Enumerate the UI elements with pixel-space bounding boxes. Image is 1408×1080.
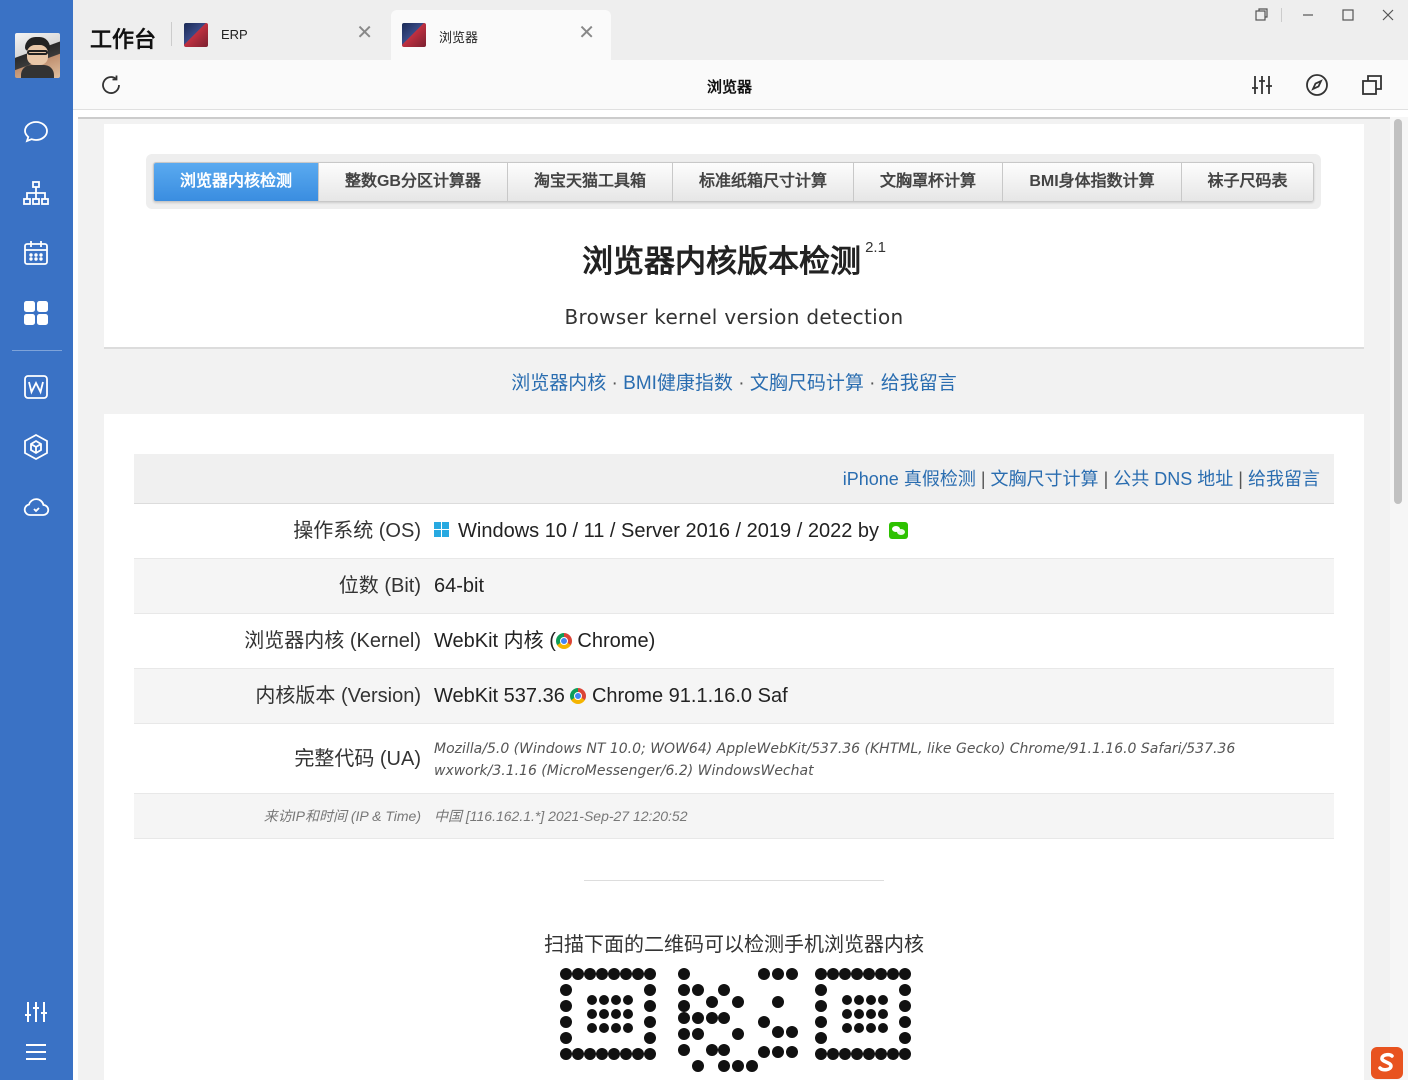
row-key: 内核版本 (Version): [255, 685, 421, 707]
link-public-dns[interactable]: 公共 DNS 地址: [1113, 469, 1233, 489]
link-bra-size-calc[interactable]: 文胸尺寸计算: [991, 469, 1099, 489]
link-message[interactable]: 给我留言: [881, 373, 957, 394]
row-value: Windows 10 / 11 / Server 2016 / 2019 / 2…: [434, 504, 1334, 558]
tab-label: 浏览器: [439, 30, 479, 45]
row-value: Mozilla/5.0 (Windows NT 10.0; WOW64) App…: [434, 741, 1236, 779]
table-row-version: 内核版本 (Version) WebKit 537.36 Chrome 91.1…: [134, 669, 1334, 724]
row-key: 操作系统 (OS): [293, 520, 421, 542]
link-bar: |: [1238, 469, 1243, 489]
tool-tab-kernel-detect[interactable]: 浏览器内核检测: [154, 163, 319, 201]
row-value: WebKit 内核 ( Chrome): [434, 614, 1334, 668]
link-separator: ·: [738, 373, 745, 394]
row-key: 来访IP和时间 (IP & Time): [263, 808, 421, 824]
tab-browser[interactable]: 浏览器 ✕: [391, 10, 611, 60]
version-superscript: 2.1: [865, 239, 886, 256]
qr-code: [548, 962, 921, 1080]
sidebar-divider: [12, 350, 62, 351]
row-key: 完整代码 (UA): [294, 748, 421, 770]
row-value: WebKit 537.36 Chrome 91.1.16.0 Saf: [434, 669, 1334, 723]
table-row-kernel: 浏览器内核 (Kernel) WebKit 内核 ( Chrome): [134, 614, 1334, 669]
workbench-apps-icon[interactable]: [20, 297, 52, 329]
subtitle: Browser kernel version detection: [564, 305, 904, 329]
chrome-icon: [555, 633, 572, 649]
web-content: 浏览器内核检测 整数GB分区计算器 淘宝天猫工具箱 标准纸箱尺寸计算 文胸罩杯计…: [78, 117, 1390, 1080]
close-icon[interactable]: ✕: [356, 23, 373, 43]
windows-logo-icon: [434, 522, 450, 538]
tool-tab-bra-cup[interactable]: 文胸罩杯计算: [854, 163, 1003, 201]
tab-divider: [171, 22, 172, 46]
kernel-value-pre: WebKit 内核 (: [434, 630, 556, 652]
link-iphone-check[interactable]: iPhone 真假检测: [843, 469, 976, 489]
settings-sliders-icon[interactable]: [20, 996, 52, 1028]
main-heading: 浏览器内核版本检测 2.1: [104, 236, 1364, 281]
open-external-icon[interactable]: [1358, 71, 1386, 99]
browser-toolbar: 浏览器: [73, 60, 1408, 110]
row-key: 浏览器内核 (Kernel): [244, 630, 421, 652]
minimize-icon[interactable]: [1288, 4, 1328, 26]
word-doc-icon[interactable]: [20, 371, 52, 403]
tool-tab-carton-size[interactable]: 标准纸箱尺寸计算: [673, 163, 854, 201]
cloud-drive-icon[interactable]: [20, 491, 52, 523]
workspace-title: 工作台: [90, 27, 157, 52]
page-title: 浏览器: [706, 79, 752, 96]
tool-tab-taobao-tools[interactable]: 淘宝天猫工具箱: [508, 163, 673, 201]
app-sidebar: [0, 0, 73, 1080]
detection-table: iPhone 真假检测 | 文胸尺寸计算 | 公共 DNS 地址 | 给我留言 …: [134, 454, 1334, 839]
tool-tabs: 浏览器内核检测 整数GB分区计算器 淘宝天猫工具箱 标准纸箱尺寸计算 文胸罩杯计…: [146, 154, 1321, 209]
detection-card: iPhone 真假检测 | 文胸尺寸计算 | 公共 DNS 地址 | 给我留言 …: [104, 414, 1364, 1080]
adjust-sliders-icon[interactable]: [1248, 71, 1276, 99]
qr-caption: 扫描下面的二维码可以检测手机浏览器内核: [544, 934, 924, 956]
row-key: 位数 (Bit): [338, 575, 421, 597]
browser-tab-favicon: [402, 23, 426, 47]
window-controls: [1241, 4, 1408, 26]
compass-icon[interactable]: [1303, 71, 1331, 99]
scrollbar[interactable]: [1390, 117, 1408, 1080]
qr-code-image: [560, 968, 911, 1072]
os-value-text: Windows 10 / 11 / Server 2016 / 2019 / 2…: [458, 520, 879, 542]
table-row-os: 操作系统 (OS) Windows 10 / 11 / Server 2016 …: [134, 504, 1334, 559]
header-card: 浏览器内核检测 整数GB分区计算器 淘宝天猫工具箱 标准纸箱尺寸计算 文胸罩杯计…: [104, 124, 1364, 349]
tool-tab-bmi[interactable]: BMI身体指数计算: [1003, 163, 1182, 201]
wechat-icon: [888, 522, 908, 539]
chrome-icon: [570, 688, 587, 704]
link-separator: ·: [869, 373, 876, 394]
avatar[interactable]: [15, 33, 60, 78]
tab-label: ERP: [221, 27, 248, 42]
version-value-pre: WebKit 537.36: [434, 685, 571, 707]
link-bar: |: [980, 469, 986, 489]
link-bmi[interactable]: BMI健康指数: [623, 373, 733, 394]
erp-tab-favicon: [184, 23, 208, 47]
link-separator: ·: [611, 373, 618, 394]
tab-strip: 工作台 ERP ✕ 浏览器 ✕: [73, 0, 1408, 60]
sogou-ime-icon[interactable]: [1370, 1046, 1404, 1080]
cube-icon[interactable]: [20, 431, 52, 463]
link-leave-message[interactable]: 给我留言: [1248, 469, 1320, 489]
tab-erp[interactable]: ERP ✕: [173, 10, 389, 60]
table-row-ip: 来访IP和时间 (IP & Time) 中国 [116.162.1.*] 202…: [134, 794, 1334, 839]
chat-icon[interactable]: [20, 116, 52, 148]
link-browser-kernel[interactable]: 浏览器内核: [511, 373, 606, 394]
row-value: 64-bit: [434, 575, 485, 597]
table-row-ua: 完整代码 (UA) Mozilla/5.0 (Windows NT 10.0; …: [134, 724, 1334, 794]
main-heading-text: 浏览器内核版本检测: [582, 244, 862, 279]
maximize-icon[interactable]: [1328, 4, 1368, 26]
menu-icon[interactable]: [20, 1036, 52, 1068]
divider: [584, 880, 884, 881]
tool-tab-sock-size[interactable]: 袜子尺码表: [1182, 163, 1313, 201]
nav-links: 浏览器内核 · BMI健康指数 · 文胸尺码计算 · 给我留言: [104, 368, 1364, 395]
table-top-links: iPhone 真假检测 | 文胸尺寸计算 | 公共 DNS 地址 | 给我留言: [134, 454, 1334, 504]
version-value-post: Chrome 91.1.16.0 Saf: [586, 685, 788, 707]
link-bar: |: [1103, 469, 1109, 489]
table-row-bit: 位数 (Bit) 64-bit: [134, 559, 1334, 614]
pin-window-icon[interactable]: [1241, 4, 1281, 26]
calendar-icon[interactable]: [20, 237, 52, 269]
link-bra-size[interactable]: 文胸尺码计算: [750, 373, 864, 394]
close-icon[interactable]: ✕: [578, 23, 595, 43]
scrollbar-thumb[interactable]: [1394, 119, 1402, 504]
org-chart-icon[interactable]: [20, 177, 52, 209]
close-window-icon[interactable]: [1368, 4, 1408, 26]
kernel-value-post: Chrome): [571, 630, 656, 652]
tool-tab-gb-partition[interactable]: 整数GB分区计算器: [319, 163, 508, 201]
row-value: 中国 [116.162.1.*] 2021-Sep-27 12:20:52: [434, 808, 688, 824]
